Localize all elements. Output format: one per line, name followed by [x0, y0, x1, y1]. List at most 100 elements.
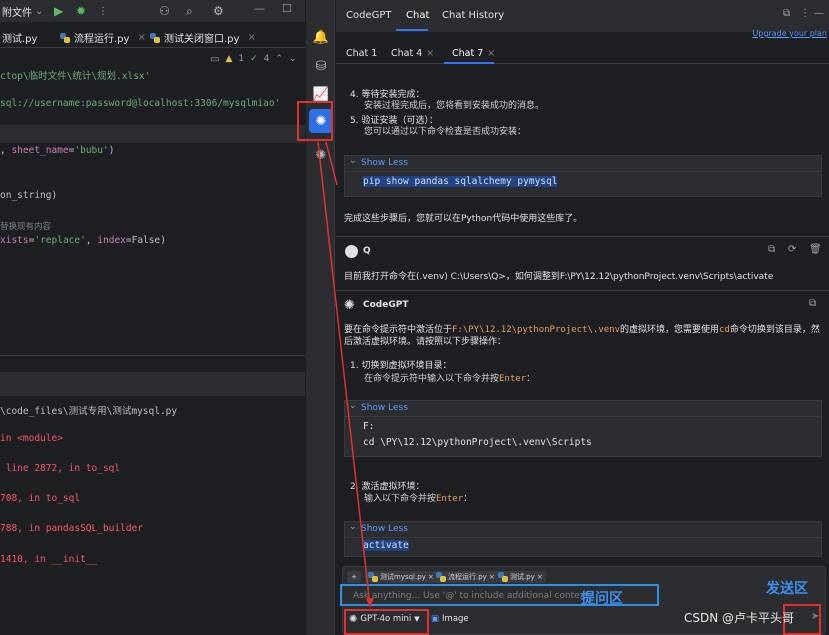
image-attach-button[interactable]: ▣ Image: [431, 612, 469, 626]
chat-tab[interactable]: Chat 4 ×: [391, 48, 434, 59]
editor-current-line: [0, 125, 305, 143]
annotation-box-model: [344, 609, 429, 635]
annotation-box-codegpt-tool: [297, 101, 333, 141]
text-span: ：: [526, 374, 536, 384]
divider: [0, 355, 305, 356]
python-file-icon: [368, 572, 378, 582]
chat-tab-label: Chat 4: [391, 48, 423, 59]
run-output-line: 788, in pandasSQL_builder: [0, 523, 143, 534]
code-text: activate: [363, 540, 409, 551]
context-chip[interactable]: 测试.py ×: [495, 571, 546, 583]
assistant-message: ✺ CodeGPT ⧉ 要在命令提示符中激活位于F:\PY\12.12\pyth…: [336, 290, 829, 565]
step-body: 您可以通过以下命令检查是否成功安装：: [364, 127, 527, 137]
context-chip[interactable]: 测试mysql.py ×: [365, 571, 437, 583]
editor-tab-label: 流程运行.py: [74, 34, 130, 45]
run-output-line: \code_files\测试专用\测试mysql.py: [0, 406, 178, 417]
panel-header: CodeGPT Chat Chat History ⧉ ⋮ — Upgrade …: [336, 0, 829, 38]
chat-tab-label: Chat 1: [346, 48, 378, 59]
show-less-toggle[interactable]: Show Less: [345, 154, 821, 172]
maximize-icon[interactable]: ☐: [282, 2, 292, 15]
chevron-down-icon[interactable]: ⌄: [289, 54, 297, 64]
code-block: Show Less pip show pandas sqlalchemy pym…: [344, 154, 822, 197]
copy-icon[interactable]: ⧉: [809, 298, 816, 309]
code-block: Show Less F: cd \PY\12.12\pythonProject\…: [344, 399, 822, 457]
user-name: Q: [363, 246, 371, 256]
tab-chat[interactable]: Chat: [406, 10, 429, 21]
upgrade-link[interactable]: Upgrade your plan: [752, 29, 827, 38]
tab-underline: [396, 29, 428, 31]
code-block-line: pip show pandas sqlalchemy pymysql: [345, 172, 821, 187]
show-less-toggle[interactable]: Show Less: [345, 520, 821, 538]
user-question: 目前我打开命令在(.venv) C:\Users\Q>，如何调整到F:\PY\1…: [344, 272, 774, 282]
minimize-icon[interactable]: —: [814, 8, 824, 19]
editor-tab[interactable]: 测试关闭窗口.py ×: [150, 30, 256, 45]
close-icon[interactable]: ×: [137, 32, 145, 43]
add-context-button[interactable]: +: [347, 571, 361, 583]
menu-file[interactable]: 附文件 ⌄: [2, 3, 43, 19]
inline-code: cd: [719, 325, 730, 335]
gear-icon[interactable]: ⚙: [213, 3, 224, 19]
code-line: , sheet_name='bubu'): [0, 145, 115, 156]
menu-file-label: 附文件: [2, 7, 32, 19]
chevron-down-icon: ⌄: [35, 5, 44, 17]
user-message: Q ⧉ ⟳ 🗑 目前我打开命令在(.venv) C:\Users\Q>，如何调整…: [336, 236, 829, 286]
step-body: 安装过程完成后，您将看到安装成功的消息。: [364, 101, 545, 111]
text-span: 在命令提示符中输入以下命令并按: [364, 374, 500, 384]
codegpt-logo-icon: ✺: [344, 298, 355, 313]
python-file-icon: [60, 32, 70, 43]
context-chip[interactable]: 流程运行.py ×: [433, 571, 498, 583]
tab-chat-history[interactable]: Chat History: [442, 10, 504, 21]
inline-code: Enter: [436, 494, 464, 504]
message-text: 完成这些步骤后，您就可以在Python代码中使用这些库了。: [344, 214, 583, 224]
trash-icon[interactable]: 🗑: [809, 244, 822, 255]
close-icon[interactable]: ×: [426, 48, 434, 59]
add-user-icon[interactable]: ⚇: [159, 3, 170, 19]
editor-tab[interactable]: 测试.py: [2, 30, 37, 45]
annotation-label-send: 发送区: [766, 581, 808, 597]
chat-tab-label: Chat 7: [452, 48, 484, 59]
context-chip-label: 测试mysql.py: [380, 573, 426, 581]
close-icon[interactable]: ×: [537, 573, 543, 581]
search-icon[interactable]: ⌕: [186, 3, 193, 19]
python-file-icon: [436, 572, 446, 582]
image-icon: ▣: [431, 614, 440, 624]
tab-underline: [444, 62, 494, 64]
context-chip-label: 流程运行.py: [448, 573, 487, 581]
run-output-line: 708, in to_sql: [0, 493, 81, 504]
database-icon[interactable]: ⛁: [311, 56, 331, 76]
warning-icon: ▲: [225, 54, 233, 64]
ai-assistant-icon[interactable]: ✺: [311, 145, 331, 165]
run-panel-header: [0, 372, 305, 396]
check-count: 4: [263, 54, 270, 64]
run-icon[interactable]: ▶: [54, 3, 63, 19]
text-span: 命令切换到该目录，然: [729, 325, 820, 335]
close-icon[interactable]: ×: [487, 48, 495, 59]
editor-tab-label: 测试.py: [2, 34, 38, 45]
refresh-icon[interactable]: ⟳: [788, 244, 796, 255]
chat-tab[interactable]: Chat 1: [346, 48, 377, 59]
reader-mode-icon[interactable]: ▭: [210, 54, 219, 65]
warning-count: 1: [238, 54, 245, 64]
new-window-icon[interactable]: ⧉: [783, 8, 790, 19]
close-icon[interactable]: ×: [247, 32, 255, 43]
check-icon: ✓: [250, 54, 258, 64]
chat-tab[interactable]: Chat 7 ×: [452, 48, 495, 59]
code-line: xists='replace', index=False): [0, 235, 166, 246]
step-body: 输入以下命令并按Enter：: [364, 491, 472, 504]
more-icon[interactable]: ⋮: [800, 8, 810, 19]
minimize-icon[interactable]: —: [254, 2, 265, 15]
chevron-up-icon[interactable]: ⌃: [275, 54, 283, 64]
chat-tab-bar: Chat 1 Chat 4 × Chat 7 ×: [336, 40, 829, 64]
code-line: 替换现有内容: [0, 222, 52, 232]
code-block-line: cd \PY\12.12\pythonProject\.venv\Scripts: [363, 437, 592, 448]
more-icon[interactable]: ⋮: [98, 3, 108, 19]
code-line: sql://username:password@localhost:3306/m…: [0, 98, 281, 109]
show-less-toggle[interactable]: Show Less: [345, 399, 821, 417]
notifications-icon[interactable]: 🔔: [311, 27, 331, 47]
debug-icon[interactable]: ✹: [76, 3, 86, 19]
copy-icon[interactable]: ⧉: [768, 244, 775, 255]
editor-tab[interactable]: 流程运行.py ×: [60, 30, 146, 45]
editor-inspection-widget[interactable]: ▭ ▲ 1 ✓ 4 ⌃ ⌄: [210, 52, 296, 66]
close-icon[interactable]: ×: [489, 573, 495, 581]
python-file-icon: [150, 32, 160, 43]
